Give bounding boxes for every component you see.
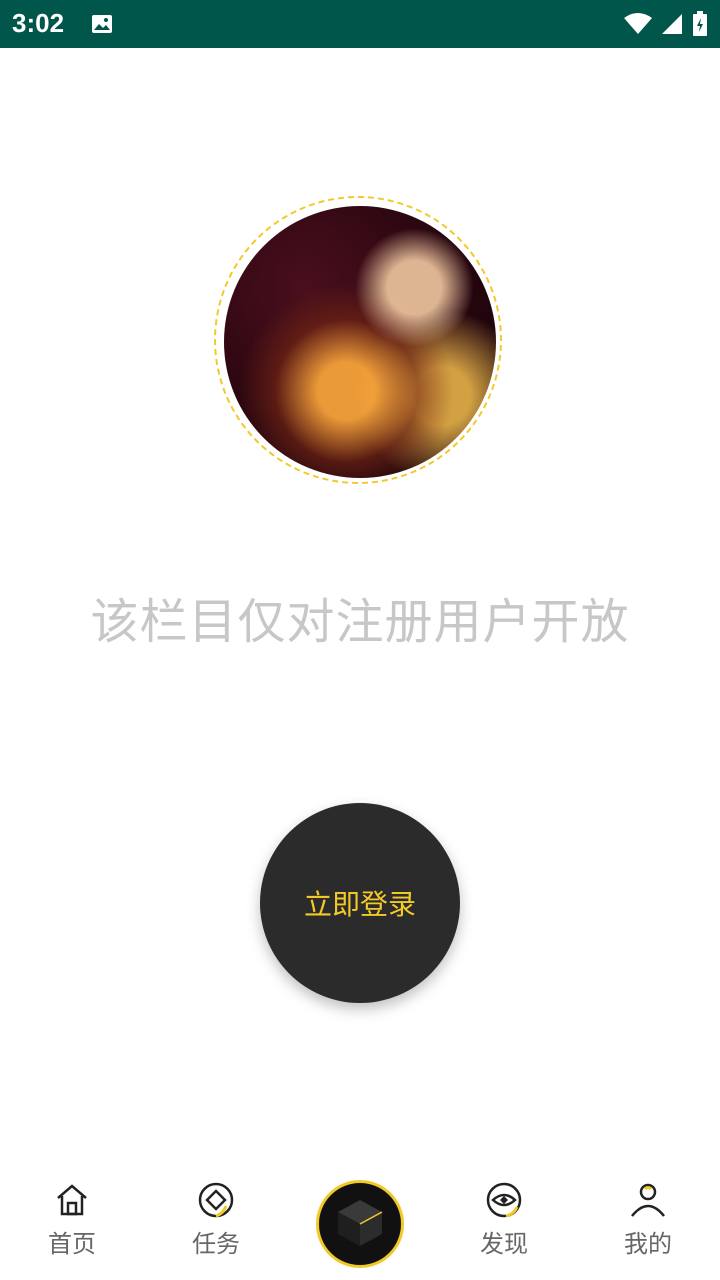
nav-label-discover: 发现: [480, 1230, 528, 1258]
nav-item-task[interactable]: 任务: [144, 1180, 288, 1259]
nav-item-discover[interactable]: 发现: [432, 1180, 576, 1259]
profile-icon: [628, 1180, 668, 1220]
gallery-icon: [90, 12, 114, 40]
nav-center-button[interactable]: [316, 1180, 404, 1268]
nav-label-home: 首页: [48, 1230, 96, 1258]
status-bar: 3:02: [0, 0, 720, 48]
restricted-message: 该栏目仅对注册用户开放: [90, 594, 630, 650]
battery-icon: [692, 11, 708, 41]
status-time: 3:02: [12, 8, 65, 38]
task-icon: [196, 1180, 236, 1220]
cube-icon: [330, 1192, 390, 1256]
avatar-image: [224, 206, 496, 478]
nav-item-home[interactable]: 首页: [0, 1180, 144, 1259]
cell-signal-icon: [660, 12, 684, 40]
wifi-icon: [624, 12, 652, 40]
home-icon: [52, 1180, 92, 1220]
discover-icon: [484, 1180, 524, 1220]
nav-item-profile[interactable]: 我的: [576, 1180, 720, 1259]
nav-label-task: 任务: [192, 1230, 240, 1258]
status-icons: [624, 11, 708, 41]
login-button[interactable]: 立即登录: [260, 803, 460, 1003]
nav-label-profile: 我的: [624, 1230, 672, 1258]
